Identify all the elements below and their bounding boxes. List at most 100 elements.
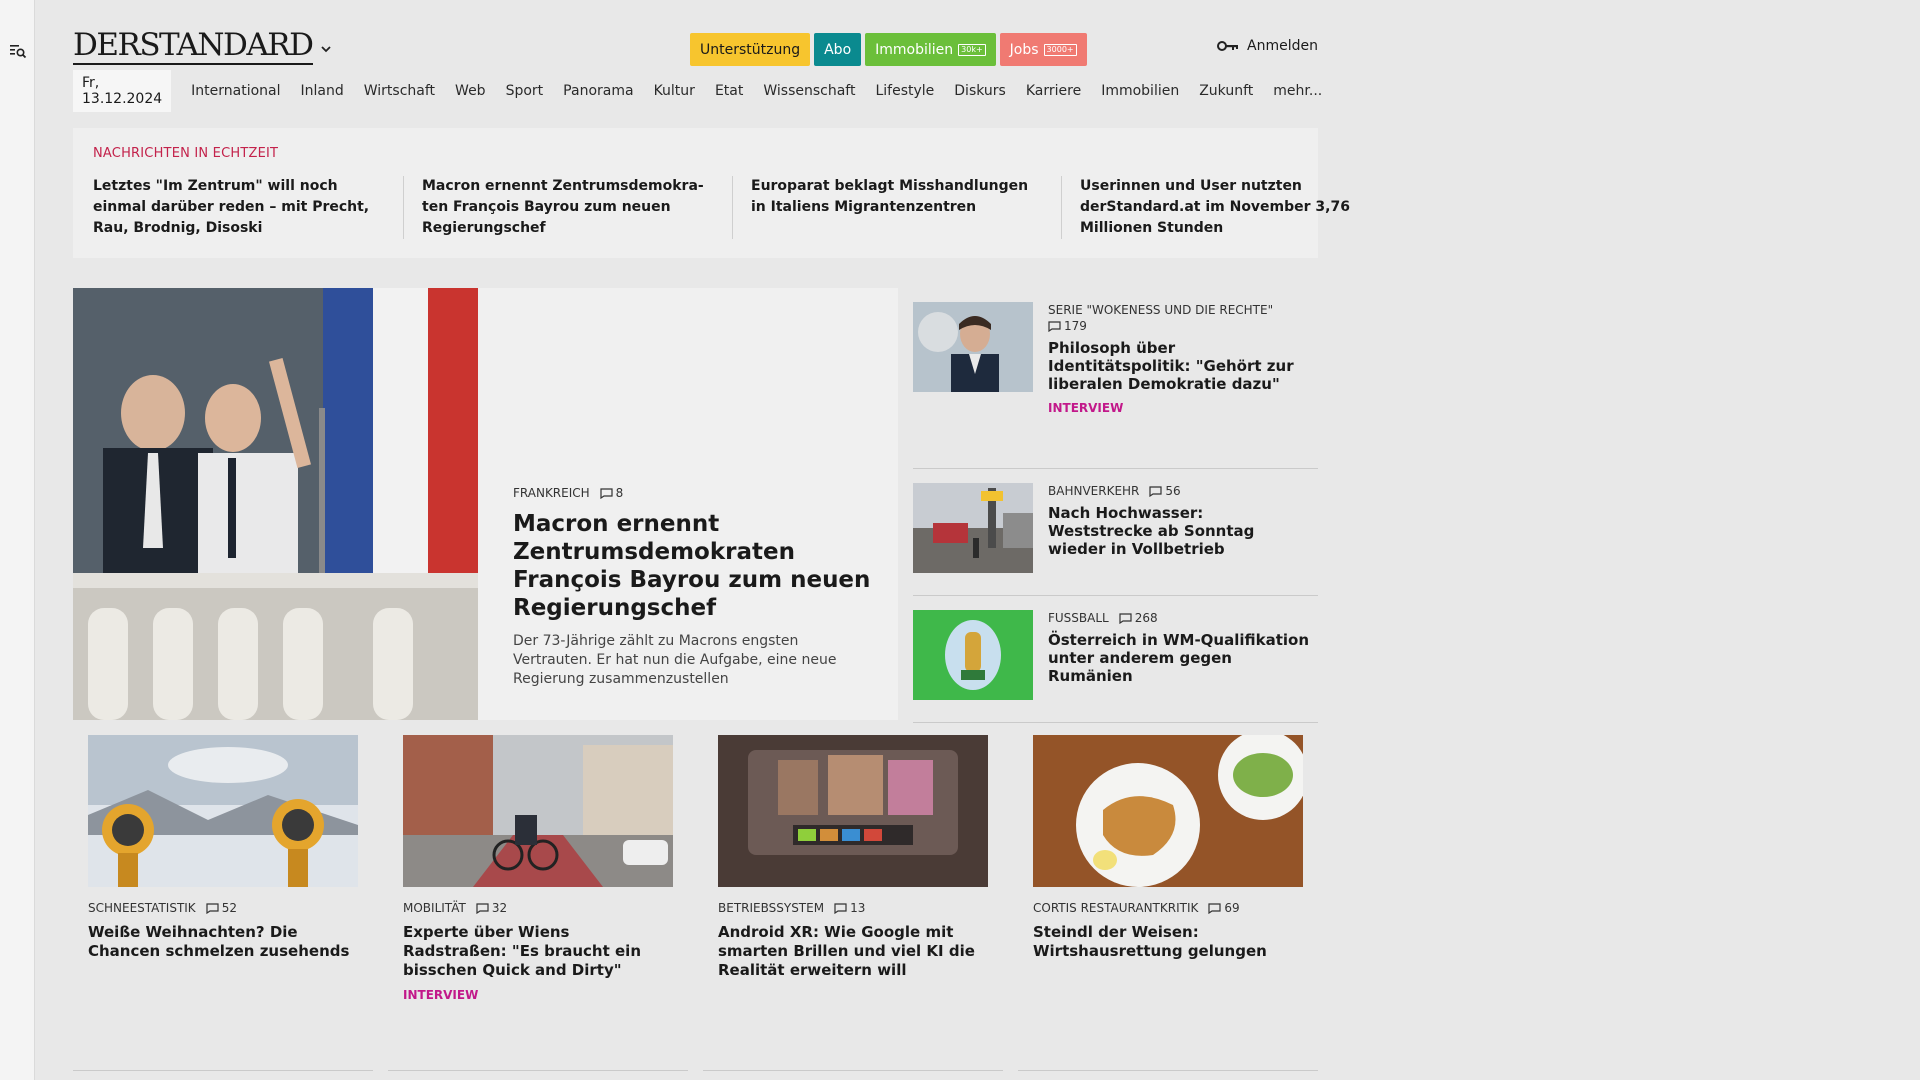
article-thumbnail[interactable]	[913, 483, 1033, 573]
comment-number: 8	[615, 486, 624, 500]
kicker-label: Schneestatistik	[88, 901, 196, 915]
article-headline[interactable]: Steindl der Weisen: Wirtshausret­tung ge…	[1033, 923, 1303, 961]
comment-count[interactable]: 268	[1119, 611, 1158, 625]
nav-item-diskurs[interactable]: Diskurs	[944, 83, 1016, 99]
ticker-title: Nachrichten in Echtzeit	[93, 146, 279, 161]
nav-item-karriere[interactable]: Karriere	[1016, 83, 1091, 99]
comment-count[interactable]: 8	[600, 486, 624, 500]
nav-item-wissenschaft[interactable]: Wissenschaft	[753, 83, 865, 99]
nav-item-immobilien[interactable]: Immobilien	[1091, 83, 1189, 99]
article-image[interactable]	[718, 735, 988, 887]
kicker-label: Fussball	[1048, 611, 1109, 625]
kicker-label: Bahnverkehr	[1048, 484, 1140, 498]
pill-label: Unterstützung	[700, 41, 801, 58]
count-badge: 30k+	[958, 43, 986, 56]
article-headline[interactable]: Österreich in WM-Qualifikation unter and…	[1048, 631, 1313, 685]
article-card[interactable]: Schneestatistik 52 Weiße Weihnachten? Di…	[73, 735, 373, 1071]
nav-item-web[interactable]: Web	[445, 83, 496, 99]
comment-count[interactable]: 32	[476, 901, 507, 915]
real-estate-button[interactable]: Immobilien 30k+	[865, 33, 996, 66]
key-icon	[1217, 40, 1239, 52]
article-image[interactable]	[403, 735, 673, 887]
comment-number: 13	[850, 901, 866, 915]
subscription-button[interactable]: Abo	[814, 33, 862, 66]
jobs-button[interactable]: Jobs 3000+	[999, 33, 1087, 66]
side-article[interactable]: Serie "Wokeness und die Rechte" 179 Phil…	[913, 288, 1318, 469]
article-kicker: Serie "Wokeness und die Rechte"	[1048, 303, 1313, 317]
article-headline[interactable]: Android XR: Wie Google mit smarten Brill…	[718, 923, 988, 980]
nav-item-more[interactable]: mehr...	[1263, 83, 1332, 99]
article-card[interactable]: Betriebssystem 13 Android XR: Wie Google…	[703, 735, 1003, 1071]
nav-item-kultur[interactable]: Kultur	[644, 83, 705, 99]
article-kicker: Mobilität 32	[403, 901, 673, 915]
article-image[interactable]	[1033, 735, 1303, 887]
comment-number: 56	[1165, 484, 1181, 498]
kicker-label: Cortis Restaurantkritik	[1033, 901, 1199, 915]
article-kicker: Betriebssystem 13	[718, 901, 988, 915]
article-card[interactable]: Mobilität 32 Experte über Wiens Radstraß…	[388, 735, 688, 1071]
nav-item-etat[interactable]: Etat	[705, 83, 753, 99]
comment-number: 179	[1064, 319, 1087, 333]
comment-icon	[600, 487, 613, 499]
support-button[interactable]: Unterstützung	[690, 33, 811, 66]
login-button[interactable]: Anmelden	[1217, 38, 1318, 54]
article-kicker: Schneestatistik 52	[88, 901, 358, 915]
article-image[interactable]	[88, 735, 358, 887]
nav-item-wirtschaft[interactable]: Wirtschaft	[354, 83, 445, 99]
site-logo[interactable]: DERSTANDARD	[73, 30, 314, 65]
nav-item-international[interactable]: International	[181, 83, 290, 99]
article-kicker-comments: 179	[1048, 319, 1313, 333]
side-article[interactable]: Fussball 268 Österreich in WM-Qualifikat…	[913, 596, 1318, 723]
kicker-label: Mobilität	[403, 901, 466, 915]
article-headline[interactable]: Philosoph über Identitätspolitik: "Gehör…	[1048, 339, 1313, 393]
nav-item-zukunft[interactable]: Zukunft	[1189, 83, 1263, 99]
ticker-item[interactable]: Userinnen und User nutzten derStandard.a…	[1061, 176, 1390, 239]
kicker-label: Serie "Wokeness und die Rechte"	[1048, 303, 1274, 317]
comment-count[interactable]: 13	[834, 901, 865, 915]
comment-icon	[1208, 902, 1221, 914]
article-headline[interactable]: Nach Hochwasser: Weststrecke ab Sonntag …	[1048, 504, 1313, 558]
hero-headline[interactable]: Macron ernennt Zentrumsde­mokraten Franç…	[513, 510, 873, 622]
article-headline[interactable]: Weiße Weihnachten? Die Chancen schmelzen…	[88, 923, 358, 961]
ticker-item[interactable]: Macron ernennt Zentrumsdemokra­ten Franç…	[403, 176, 732, 239]
article-headline[interactable]: Experte über Wiens Radstraßen: "Es brauc…	[403, 923, 673, 980]
article-card[interactable]: Cortis Restaurantkritik 69 Steindl der W…	[1018, 735, 1318, 1071]
article-kicker: Fussball 268	[1048, 611, 1313, 625]
comment-icon	[206, 902, 219, 914]
comment-count[interactable]: 179	[1048, 319, 1087, 333]
ticker-item[interactable]: Letztes "Im Zentrum" will noch einmal da…	[93, 176, 403, 239]
kicker-label: Betriebssystem	[718, 901, 825, 915]
nav-item-sport[interactable]: Sport	[496, 83, 554, 99]
hero-teaser: Der 73-Jährige zählt zu Macrons engsten …	[513, 633, 837, 687]
interview-label: Interview	[1048, 401, 1124, 415]
article-grid: Schneestatistik 52 Weiße Weihnachten? Di…	[73, 735, 1318, 1071]
comment-icon	[1119, 612, 1132, 624]
comment-number: 32	[491, 901, 508, 915]
comment-icon	[1048, 320, 1061, 332]
pill-label: Immobilien	[875, 41, 954, 58]
comment-count[interactable]: 52	[206, 901, 237, 915]
kicker-label: Frankreich	[513, 486, 590, 500]
comment-icon	[1149, 485, 1162, 497]
current-date: Fr, 13.12.2024	[73, 70, 172, 112]
menu-search-icon[interactable]	[9, 42, 27, 60]
article-thumbnail[interactable]	[913, 302, 1033, 392]
hero-kicker: Frankreich 8	[513, 486, 873, 500]
hero-image[interactable]	[73, 288, 478, 720]
top-pills: Unterstützung Abo Immobilien 30k+ Jobs 300…	[690, 33, 1087, 66]
nav-item-inland[interactable]: Inland	[291, 83, 354, 99]
comment-icon	[476, 902, 489, 914]
side-article-list: Serie "Wokeness und die Rechte" 179 Phil…	[913, 288, 1318, 723]
interview-label: Interview	[403, 988, 479, 1002]
ticker-item[interactable]: Europarat beklagt Misshandlungen in Ital…	[732, 176, 1061, 239]
comment-count[interactable]: 69	[1208, 901, 1240, 915]
comment-icon	[834, 902, 847, 914]
side-article[interactable]: Bahnverkehr 56 Nach Hochwasser: Weststre…	[913, 469, 1318, 596]
comment-count[interactable]: 56	[1149, 484, 1181, 498]
article-thumbnail[interactable]	[913, 610, 1033, 700]
login-label: Anmelden	[1247, 38, 1318, 54]
chevron-down-icon[interactable]	[319, 42, 333, 56]
hero-article[interactable]: Frankreich 8 Macron ernennt Zentrumsde­m…	[73, 288, 898, 720]
nav-item-panorama[interactable]: Panorama	[553, 83, 643, 99]
nav-item-lifestyle[interactable]: Lifestyle	[865, 83, 944, 99]
